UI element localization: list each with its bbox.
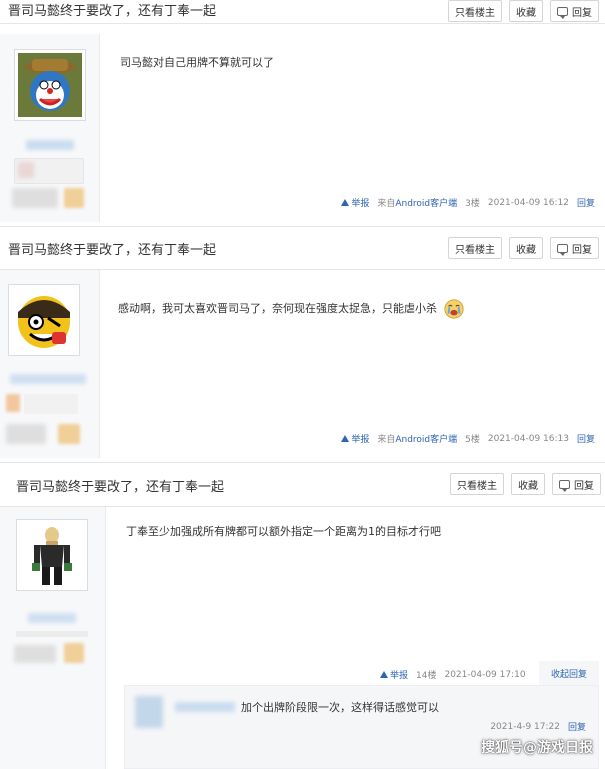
collapse-reply-link[interactable]: 收起回复 xyxy=(551,667,587,680)
avatar[interactable] xyxy=(8,284,80,356)
reply-button-label: 回复 xyxy=(574,480,594,492)
post-meta: 举报 来自Android客户端 5楼 2021-04-09 16:13 回复 xyxy=(341,432,595,445)
avatar[interactable] xyxy=(16,519,88,591)
reply-link[interactable]: 回复 xyxy=(577,432,595,445)
thread-title: 晋司马懿终于要改了，还有丁奉一起 xyxy=(8,4,217,19)
toolbar: 只看楼主 收藏 回复 xyxy=(448,237,599,259)
watermark: 搜狐号@游戏日报 xyxy=(481,740,593,756)
badge-blurred xyxy=(6,394,20,412)
username-blurred xyxy=(28,613,76,623)
reply-button[interactable]: 回复 xyxy=(550,0,599,22)
speech-bubble-icon xyxy=(559,479,570,492)
report-link[interactable]: 举报 xyxy=(341,196,369,209)
warning-triangle-icon xyxy=(380,671,388,678)
avatar[interactable] xyxy=(14,49,86,121)
thread-title: 晋司马懿终于要改了，还有丁奉一起 xyxy=(8,243,217,258)
post-content-text: 感动啊，我可太喜欢晋司马了，奈何现在强度太捉急，只能虐小杀 xyxy=(118,302,437,315)
sub-reply-avatar-blurred xyxy=(135,696,163,728)
report-label: 举报 xyxy=(390,671,409,681)
speech-bubble-icon xyxy=(557,6,568,19)
sub-reply-meta: 2021-4-9 17:22 回复 xyxy=(490,720,586,734)
avatar-image xyxy=(20,523,84,587)
reply-link[interactable]: 回复 xyxy=(577,196,595,209)
favorite-button[interactable]: 收藏 xyxy=(509,0,543,22)
report-label: 举报 xyxy=(351,199,370,209)
sub-reply-content: 加个出牌阶段限一次，这样得话感觉可以 xyxy=(241,701,439,714)
thread-title-bar: 晋司马懿终于要改了，还有丁奉一起 只看楼主 收藏 回复 xyxy=(0,226,605,270)
sub-reply-reply-link[interactable]: 回复 xyxy=(568,720,586,733)
level-blurred xyxy=(14,645,56,663)
reply-button-label: 回复 xyxy=(572,244,592,256)
avatar-image xyxy=(18,53,82,117)
author-sidebar xyxy=(0,507,106,769)
level-blurred xyxy=(12,188,58,208)
favorite-button[interactable]: 收藏 xyxy=(511,473,545,495)
collapse-reply-tab[interactable]: 收起回复 xyxy=(538,661,599,685)
only-op-button[interactable]: 只看楼主 xyxy=(448,237,502,259)
post-meta: 举报 来自Android客户端 3楼 2021-04-09 16:12 回复 xyxy=(341,196,595,209)
post-time: 2021-04-09 16:12 xyxy=(487,197,569,208)
post-content: 感动啊，我可太喜欢晋司马了，奈何现在强度太捉急，只能虐小杀 xyxy=(118,298,465,320)
report-label: 举报 xyxy=(351,435,370,445)
post-time: 2021-04-09 17:10 xyxy=(444,669,526,680)
badge-blurred xyxy=(24,394,78,414)
post-floor-14: 丁奉至少加强成所有牌都可以额外指定一个距离为1的目标才行吧 举报 14楼 202… xyxy=(0,507,605,769)
speech-bubble-icon xyxy=(557,243,568,256)
post-source: 来自Android客户端 xyxy=(377,196,457,209)
source-prefix: 来自 xyxy=(377,435,396,445)
only-op-button[interactable]: 只看楼主 xyxy=(450,473,504,495)
floor-number: 14楼 xyxy=(416,671,437,681)
floor-number: 3楼 xyxy=(465,199,480,209)
level-badge-blurred xyxy=(58,424,80,444)
thread-title: 晋司马懿终于要改了，还有丁奉一起 xyxy=(16,480,225,495)
post-time: 2021-04-09 16:13 xyxy=(487,433,569,444)
post-floor-3: 司马懿对自己用牌不算就可以了 举报 来自Android客户端 3楼 2021-0… xyxy=(0,34,605,222)
warning-triangle-icon xyxy=(341,435,350,442)
report-link[interactable]: 举报 xyxy=(341,432,369,445)
floor-number: 5楼 xyxy=(465,435,480,445)
source-client-link[interactable]: Android客户端 xyxy=(395,199,457,209)
sub-reply-time: 2021-4-9 17:22 xyxy=(490,721,560,732)
favorite-button[interactable]: 收藏 xyxy=(509,237,543,259)
level-blurred xyxy=(6,424,46,444)
post-floor-5: 感动啊，我可太喜欢晋司马了，奈何现在强度太捉急，只能虐小杀 举报 来自Andro… xyxy=(0,270,605,458)
source-client-link[interactable]: Android客户端 xyxy=(395,435,457,445)
source-prefix: 来自 xyxy=(377,199,396,209)
sub-reply-username-blurred xyxy=(175,702,235,712)
level-badge-blurred xyxy=(64,188,84,208)
level-badge-blurred xyxy=(64,643,84,663)
thread-title-bar: 晋司马懿终于要改了，还有丁奉一起 只看楼主 收藏 回复 xyxy=(0,462,605,507)
reply-button[interactable]: 回复 xyxy=(550,237,599,259)
post-source: 来自Android客户端 xyxy=(377,432,457,445)
crying-emoji-icon xyxy=(443,299,464,319)
report-link[interactable]: 举报 xyxy=(380,668,408,681)
toolbar: 只看楼主 收藏 回复 xyxy=(450,473,601,495)
badge-blurred xyxy=(18,162,34,178)
avatar-image xyxy=(12,288,76,352)
badge-blurred xyxy=(16,631,88,637)
only-op-button[interactable]: 只看楼主 xyxy=(448,0,502,22)
warning-triangle-icon xyxy=(341,199,350,206)
author-sidebar xyxy=(0,34,100,222)
post-content: 司马懿对自己用牌不算就可以了 xyxy=(120,56,274,69)
reply-button-label: 回复 xyxy=(572,7,592,19)
username-blurred xyxy=(10,374,86,384)
toolbar: 只看楼主 收藏 回复 xyxy=(448,0,599,22)
reply-button[interactable]: 回复 xyxy=(552,473,601,495)
post-content: 丁奉至少加强成所有牌都可以额外指定一个距离为1的目标才行吧 xyxy=(126,525,441,538)
post-meta: 举报 14楼 2021-04-09 17:10 xyxy=(380,668,526,681)
author-sidebar xyxy=(0,270,100,458)
username-blurred xyxy=(26,140,74,150)
thread-title-bar: 晋司马懿终于要改了，还有丁奉一起 只看楼主 收藏 回复 xyxy=(0,0,605,24)
